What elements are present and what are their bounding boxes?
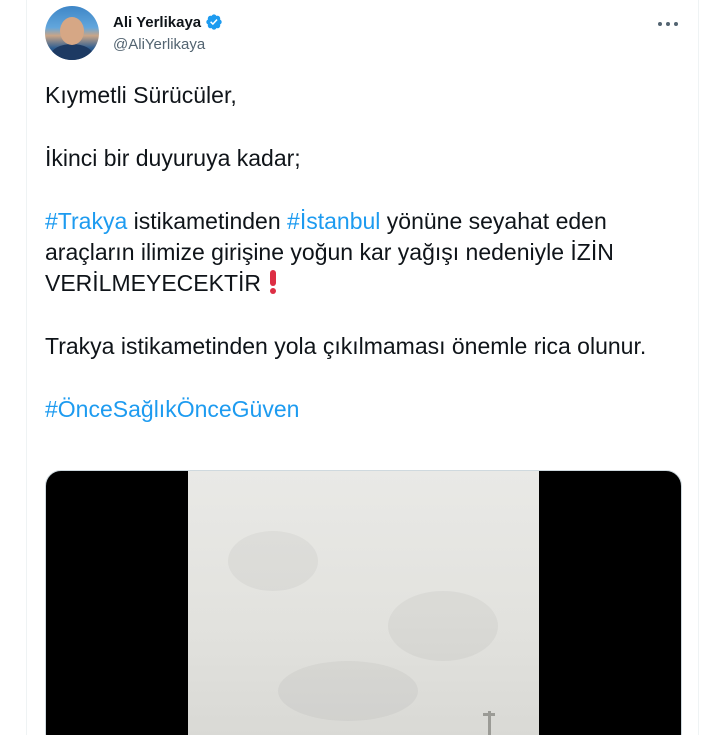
video-frame[interactable] [188,471,539,735]
snow-blur [228,531,318,591]
more-options-icon[interactable] [658,14,678,34]
hashtag-once-saglik-once-guven[interactable]: #ÖnceSağlıkÖnceGüven [45,396,299,422]
tweet-paragraph-announcement: #Trakya istikametinden #İstanbul yönüne … [45,206,685,299]
more-dot [674,22,678,26]
more-dot [666,22,670,26]
avatar[interactable] [45,6,99,60]
street-pole [488,711,491,735]
page: Ali Yerlikaya @AliYerlikaya Kıymetli Sür… [0,0,709,735]
avatar-face [60,17,84,45]
tweet-final-hashtag-line: #ÖnceSağlıkÖnceGüven [45,394,685,425]
tweet-header: Ali Yerlikaya @AliYerlikaya [45,6,682,60]
tweet-text: Kıymetli Sürücüler, İkinci bir duyuruya … [45,80,685,425]
snow-blur [278,661,418,721]
more-dot [658,22,662,26]
announcement-text-1: istikametinden [127,208,288,234]
tweet-paragraph-request: Trakya istikametinden yola çıkılmaması ö… [45,333,647,359]
tweet-line-greeting: Kıymetli Sürücüler, [45,82,237,108]
display-name[interactable]: Ali Yerlikaya [113,14,201,31]
display-name-row: Ali Yerlikaya [113,12,223,32]
handle[interactable]: @AliYerlikaya [113,36,223,53]
verified-badge-icon [206,14,222,30]
tweet-line-until: İkinci bir duyuruya kadar; [45,145,301,171]
author-info[interactable]: Ali Yerlikaya @AliYerlikaya [113,12,223,53]
red-exclamation-icon [270,270,276,294]
tweet-card: Ali Yerlikaya @AliYerlikaya Kıymetli Sür… [26,0,699,735]
snow-blur [388,591,498,661]
video-media[interactable] [45,470,682,735]
avatar-shirt [51,44,93,60]
hashtag-trakya[interactable]: #Trakya [45,208,127,234]
hashtag-istanbul[interactable]: #İstanbul [287,208,380,234]
